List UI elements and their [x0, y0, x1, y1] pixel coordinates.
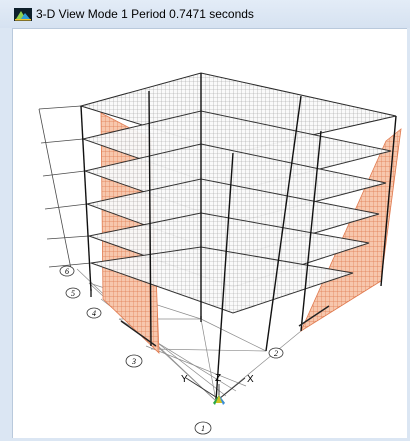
axis-label-z: Z — [215, 373, 221, 384]
title-bar[interactable]: 3-D View Mode 1 Period 0.7471 seconds — [0, 0, 410, 28]
grid-bubble-6-label: 6 — [65, 267, 69, 276]
grid-bubble-3[interactable]: 3 — [125, 354, 143, 368]
window: 3-D View Mode 1 Period 0.7471 seconds 6 … — [0, 0, 410, 441]
3d-model-viewport[interactable]: 6 5 4 3 2 1 Y Z X — [12, 28, 407, 438]
frame-back-left — [38, 105, 92, 270]
window-title: 3-D View Mode 1 Period 0.7471 seconds — [36, 7, 254, 21]
grid-bubble-2-label: 2 — [274, 349, 278, 358]
grid-bubble-4-label: 4 — [92, 309, 96, 318]
grid-bubble-1[interactable]: 1 — [194, 421, 212, 435]
grid-bubble-2[interactable]: 2 — [268, 347, 284, 359]
etabs-app-icon — [14, 8, 32, 21]
grid-bubble-3-label: 3 — [131, 357, 136, 366]
model-canvas[interactable]: 6 5 4 3 2 1 Y Z X — [13, 29, 407, 438]
grid-bubble-6[interactable]: 6 — [59, 265, 75, 277]
axis-label-x: X — [247, 374, 254, 385]
grid-bubble-5-label: 5 — [71, 289, 75, 298]
grid-bubble-4[interactable]: 4 — [86, 307, 102, 319]
grid-bubble-5[interactable]: 5 — [65, 287, 81, 299]
axis-label-y: Y — [181, 374, 188, 385]
grid-bubble-1-label: 1 — [201, 424, 205, 433]
